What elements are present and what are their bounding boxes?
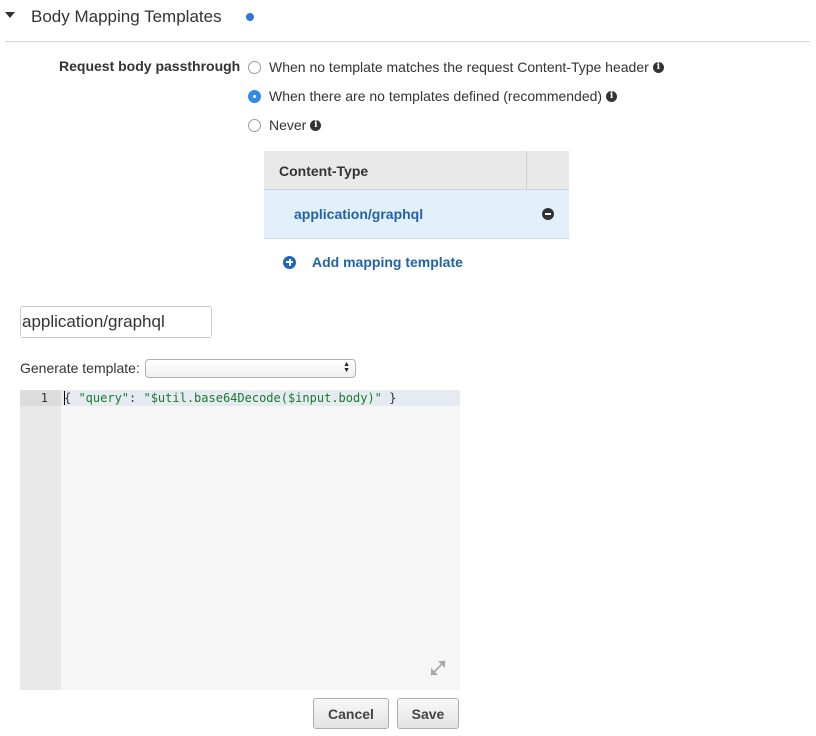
radio-label-never: Never xyxy=(269,117,307,133)
column-divider xyxy=(526,151,527,190)
info-icon[interactable]: i xyxy=(310,119,322,131)
content-type-input[interactable] xyxy=(20,306,212,338)
modified-indicator-dot xyxy=(246,13,254,21)
info-icon[interactable]: i xyxy=(606,90,618,102)
passthrough-option-no-templates[interactable]: When there are no templates defined (rec… xyxy=(248,87,618,105)
select-arrows-icon: ▲ ▼ xyxy=(343,361,350,374)
content-type-link[interactable]: application/graphql xyxy=(294,206,423,222)
generate-template-select[interactable]: ▲ ▼ xyxy=(145,359,356,378)
code-text: { "query": "$util.base64Decode($input.bo… xyxy=(64,391,397,405)
passthrough-option-never[interactable]: Never i xyxy=(248,116,322,134)
radio-button-no-match[interactable] xyxy=(248,60,261,74)
line-number: 1 xyxy=(40,391,48,405)
section-title[interactable]: Body Mapping Templates xyxy=(31,7,222,27)
content-type-column-header: Content-Type xyxy=(279,163,369,179)
editor-gutter xyxy=(20,390,61,690)
text-cursor xyxy=(64,391,65,405)
section-divider xyxy=(5,41,810,42)
cancel-button[interactable]: Cancel xyxy=(313,698,389,729)
radio-label-no-templates: When there are no templates defined (rec… xyxy=(269,88,603,104)
info-icon[interactable]: i xyxy=(652,61,664,73)
add-mapping-template-label[interactable]: Add mapping template xyxy=(312,254,463,270)
passthrough-label: Request body passthrough xyxy=(59,58,241,74)
collapse-triangle-icon[interactable] xyxy=(5,12,15,18)
add-mapping-template-button[interactable]: Add mapping template xyxy=(283,254,463,270)
plus-circle-icon[interactable] xyxy=(283,255,296,269)
code-line[interactable]: { "query": "$util.base64Decode($input.bo… xyxy=(64,391,396,405)
content-type-table: Content-Type application/graphql xyxy=(264,151,569,239)
radio-button-no-templates[interactable] xyxy=(248,89,261,103)
expand-arrows-icon[interactable] xyxy=(428,658,448,678)
table-row[interactable]: application/graphql xyxy=(264,190,569,239)
radio-button-never[interactable] xyxy=(248,118,261,132)
content-type-table-header: Content-Type xyxy=(264,151,569,190)
remove-circle-icon[interactable] xyxy=(542,208,554,220)
template-code-editor[interactable]: 1 { "query": "$util.base64Decode($input.… xyxy=(20,390,460,690)
passthrough-option-no-match[interactable]: When no template matches the request Con… xyxy=(248,58,664,76)
generate-template-label: Generate template: xyxy=(20,360,140,376)
save-button[interactable]: Save xyxy=(397,698,459,729)
radio-label-no-match: When no template matches the request Con… xyxy=(269,59,649,75)
